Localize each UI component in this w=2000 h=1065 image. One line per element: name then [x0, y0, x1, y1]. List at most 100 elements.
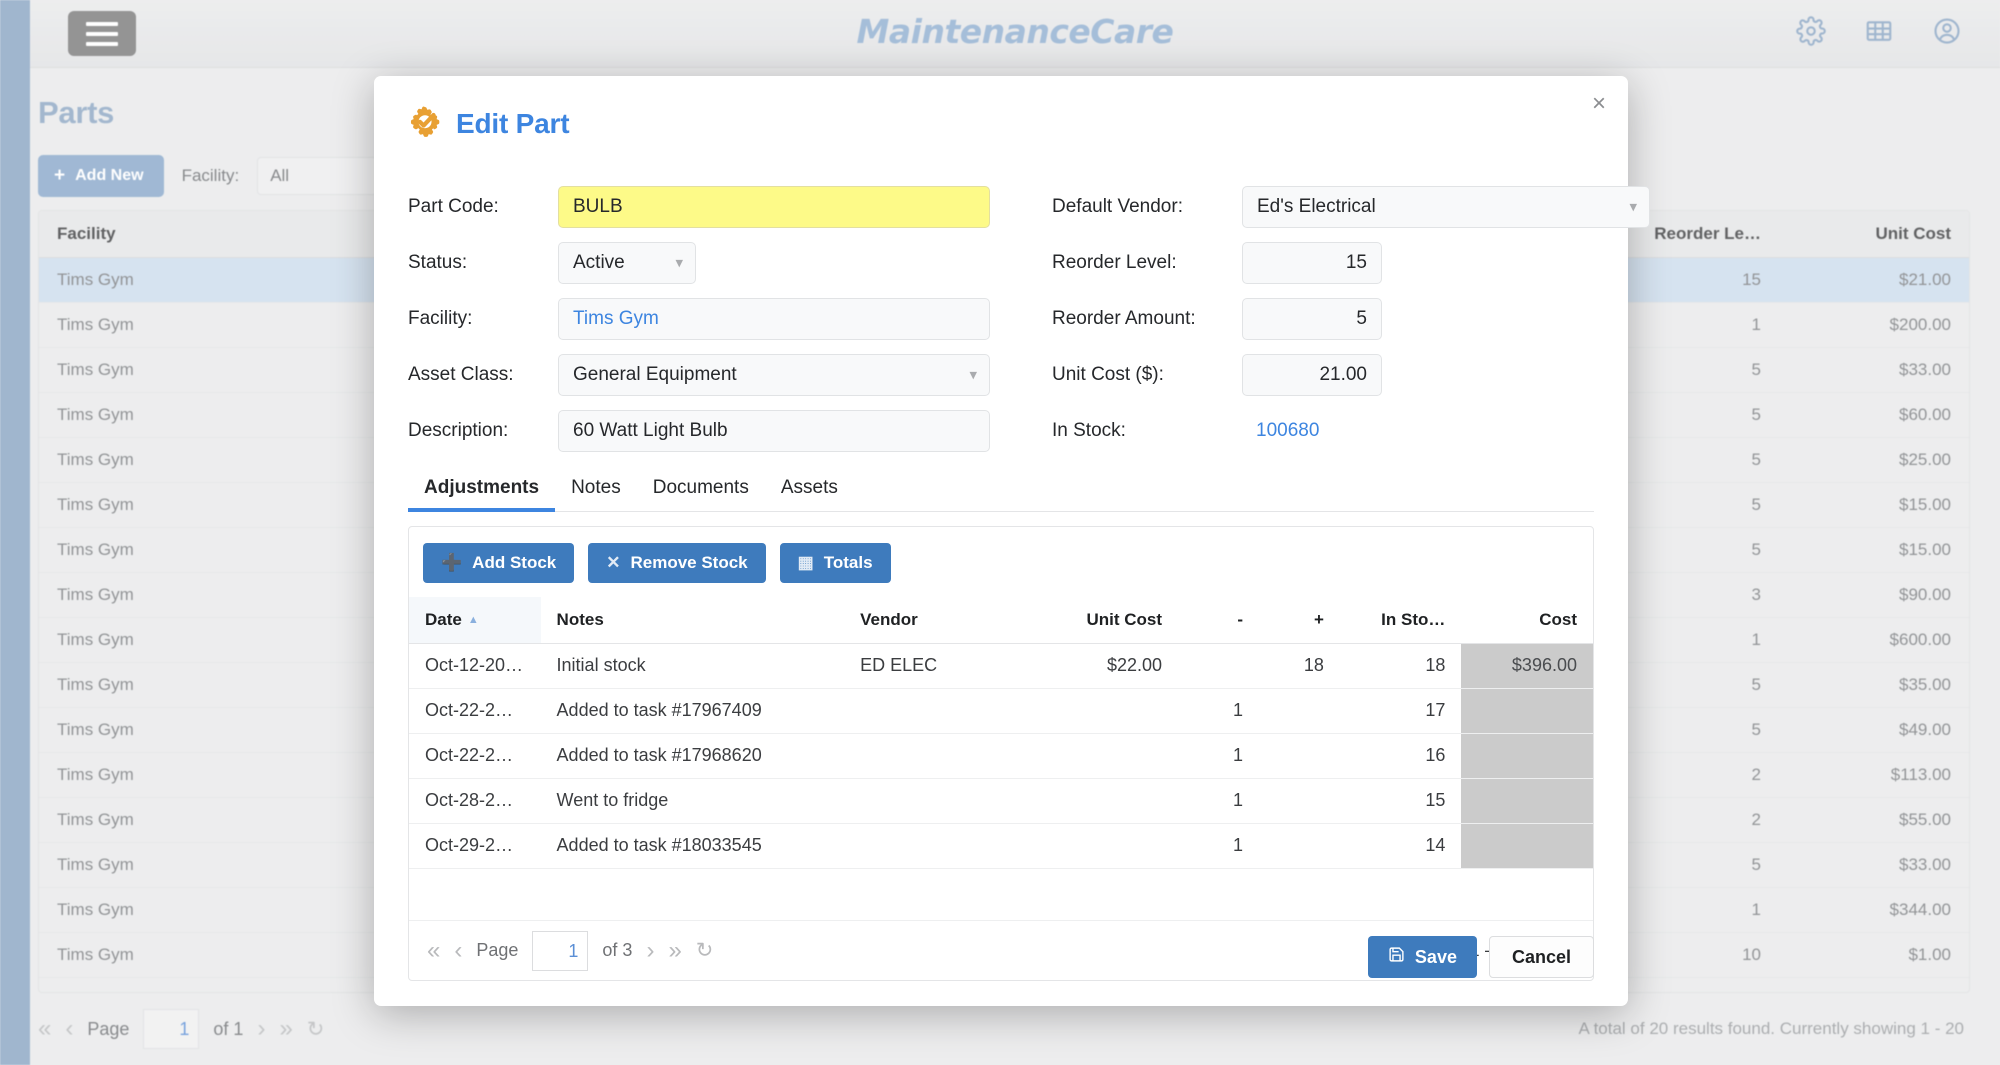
- edit-part-modal: × Edit Part Part Code: BULB Status: Acti…: [374, 76, 1628, 1006]
- table-row[interactable]: Oct-28-2…Went to fridge115: [409, 778, 1593, 823]
- table-row[interactable]: Oct-29-2…Added to task #18033545114: [409, 823, 1593, 868]
- adj-col-cost[interactable]: Cost: [1461, 597, 1593, 643]
- table-row[interactable]: Oct-22-2…Added to task #17968620116: [409, 733, 1593, 778]
- cell-unit-cost: [1026, 688, 1178, 733]
- cell-plus: [1259, 733, 1340, 778]
- cell-unit-cost: [1026, 733, 1178, 778]
- adj-col-plus[interactable]: +: [1259, 597, 1340, 643]
- adj-col-date[interactable]: Date ▲: [409, 597, 541, 643]
- asset-class-value: General Equipment: [573, 364, 737, 385]
- status-select[interactable]: Active ▾: [558, 242, 696, 284]
- facility-input[interactable]: Tims Gym: [558, 298, 990, 340]
- part-code-input[interactable]: BULB: [558, 186, 990, 228]
- cell-cost: [1461, 823, 1593, 868]
- reorder-level-input[interactable]: 15: [1242, 242, 1382, 284]
- cell-cost: [1461, 733, 1593, 778]
- adj-col-notes[interactable]: Notes: [541, 597, 845, 643]
- form-left-column: Part Code: BULB Status: Active ▾ Facilit…: [408, 186, 990, 452]
- cell-date: Oct-22-2…: [409, 733, 541, 778]
- double-chevron-right-icon[interactable]: »: [668, 937, 681, 965]
- tab-notes[interactable]: Notes: [555, 471, 637, 511]
- chevron-left-icon[interactable]: ‹: [454, 937, 462, 965]
- adj-col-vendor[interactable]: Vendor: [844, 597, 1026, 643]
- adj-col-in-stock[interactable]: In Sto…: [1340, 597, 1461, 643]
- description-input[interactable]: 60 Watt Light Bulb: [558, 410, 990, 452]
- reorder-level-label: Reorder Level:: [1052, 252, 1242, 274]
- chevron-down-icon: ▾: [969, 368, 977, 383]
- chevron-right-icon[interactable]: ›: [646, 937, 654, 965]
- adj-col-minus[interactable]: -: [1178, 597, 1259, 643]
- cell-minus: [1178, 643, 1259, 688]
- default-vendor-label: Default Vendor:: [1052, 196, 1242, 218]
- part-form: Part Code: BULB Status: Active ▾ Facilit…: [408, 186, 1594, 452]
- cell-in-stock: 16: [1340, 733, 1461, 778]
- tab-assets[interactable]: Assets: [765, 471, 854, 511]
- adj-page-number-input[interactable]: 1: [532, 931, 588, 971]
- adj-col-unit-cost[interactable]: Unit Cost: [1026, 597, 1178, 643]
- cell-cost: [1461, 688, 1593, 733]
- cell-notes: Added to task #18033545: [541, 823, 845, 868]
- tab-adjustments[interactable]: Adjustments: [408, 471, 555, 511]
- adjustments-panel: ➕ Add Stock ✕ Remove Stock ▦ Totals Date…: [408, 526, 1594, 981]
- cell-in-stock: 14: [1340, 823, 1461, 868]
- refresh-icon[interactable]: ↻: [696, 938, 714, 963]
- reorder-amount-input[interactable]: 5: [1242, 298, 1382, 340]
- double-chevron-left-icon[interactable]: «: [427, 937, 440, 965]
- adjustments-pager: « ‹ Page 1 of 3 › » ↻: [427, 931, 713, 971]
- table-row[interactable]: Oct-12-20…Initial stockED ELEC$22.001818…: [409, 643, 1593, 688]
- cell-unit-cost: $22.00: [1026, 643, 1178, 688]
- cell-vendor: [844, 733, 1026, 778]
- field-reorder-amount: Reorder Amount: 5: [1052, 298, 1650, 340]
- field-status: Status: Active ▾: [408, 242, 990, 284]
- close-icon[interactable]: ×: [1592, 92, 1606, 116]
- cell-in-stock: 15: [1340, 778, 1461, 823]
- cell-date: Oct-22-2…: [409, 688, 541, 733]
- cell-date: Oct-28-2…: [409, 778, 541, 823]
- cell-unit-cost: [1026, 778, 1178, 823]
- cell-minus: 1: [1178, 823, 1259, 868]
- cell-vendor: [844, 778, 1026, 823]
- totals-button[interactable]: ▦ Totals: [780, 543, 891, 583]
- save-button[interactable]: Save: [1368, 936, 1477, 978]
- add-stock-label: Add Stock: [472, 553, 556, 573]
- cell-notes: Went to fridge: [541, 778, 845, 823]
- modal-title: Edit Part: [456, 108, 569, 140]
- field-in-stock: In Stock: 100680: [1052, 410, 1650, 452]
- adjustments-header-row: Date ▲ Notes Vendor Unit Cost - + In Sto……: [409, 597, 1593, 643]
- cell-date: Oct-12-20…: [409, 643, 541, 688]
- table-row[interactable]: Oct-22-2…Added to task #17967409117: [409, 688, 1593, 733]
- field-reorder-level: Reorder Level: 15: [1052, 242, 1650, 284]
- unit-cost-input[interactable]: 21.00: [1242, 354, 1382, 396]
- default-vendor-select[interactable]: Ed's Electrical ▾: [1242, 186, 1650, 228]
- adj-col-date-label: Date: [425, 610, 462, 629]
- asset-class-select[interactable]: General Equipment ▾: [558, 354, 990, 396]
- sort-asc-icon: ▲: [468, 614, 479, 626]
- x-icon: ✕: [606, 553, 620, 573]
- unit-cost-label: Unit Cost ($):: [1052, 364, 1242, 386]
- adjustments-toolbar: ➕ Add Stock ✕ Remove Stock ▦ Totals: [409, 527, 1593, 597]
- field-asset-class: Asset Class: General Equipment ▾: [408, 354, 990, 396]
- status-value: Active: [573, 252, 625, 273]
- add-stock-button[interactable]: ➕ Add Stock: [423, 543, 574, 583]
- cell-plus: 18: [1259, 643, 1340, 688]
- cell-minus: 1: [1178, 688, 1259, 733]
- adjustments-table-scroll[interactable]: Date ▲ Notes Vendor Unit Cost - + In Sto……: [409, 597, 1593, 920]
- status-label: Status:: [408, 252, 558, 274]
- cell-vendor: ED ELEC: [844, 643, 1026, 688]
- cell-in-stock: 18: [1340, 643, 1461, 688]
- tab-documents[interactable]: Documents: [637, 471, 765, 511]
- part-code-label: Part Code:: [408, 196, 558, 218]
- plus-icon: ➕: [441, 553, 462, 573]
- field-unit-cost: Unit Cost ($): 21.00: [1052, 354, 1650, 396]
- remove-stock-button[interactable]: ✕ Remove Stock: [588, 543, 765, 583]
- cell-plus: [1259, 688, 1340, 733]
- field-facility: Facility: Tims Gym: [408, 298, 990, 340]
- cell-cost: $396.00: [1461, 643, 1593, 688]
- adj-page-total-label: of 3: [602, 940, 632, 961]
- in-stock-label: In Stock:: [1052, 420, 1242, 442]
- modal-action-buttons: Save Cancel: [1368, 936, 1594, 978]
- cancel-button[interactable]: Cancel: [1489, 936, 1594, 978]
- in-stock-value[interactable]: 100680: [1242, 410, 1319, 452]
- remove-stock-label: Remove Stock: [630, 553, 747, 573]
- asset-class-label: Asset Class:: [408, 364, 558, 386]
